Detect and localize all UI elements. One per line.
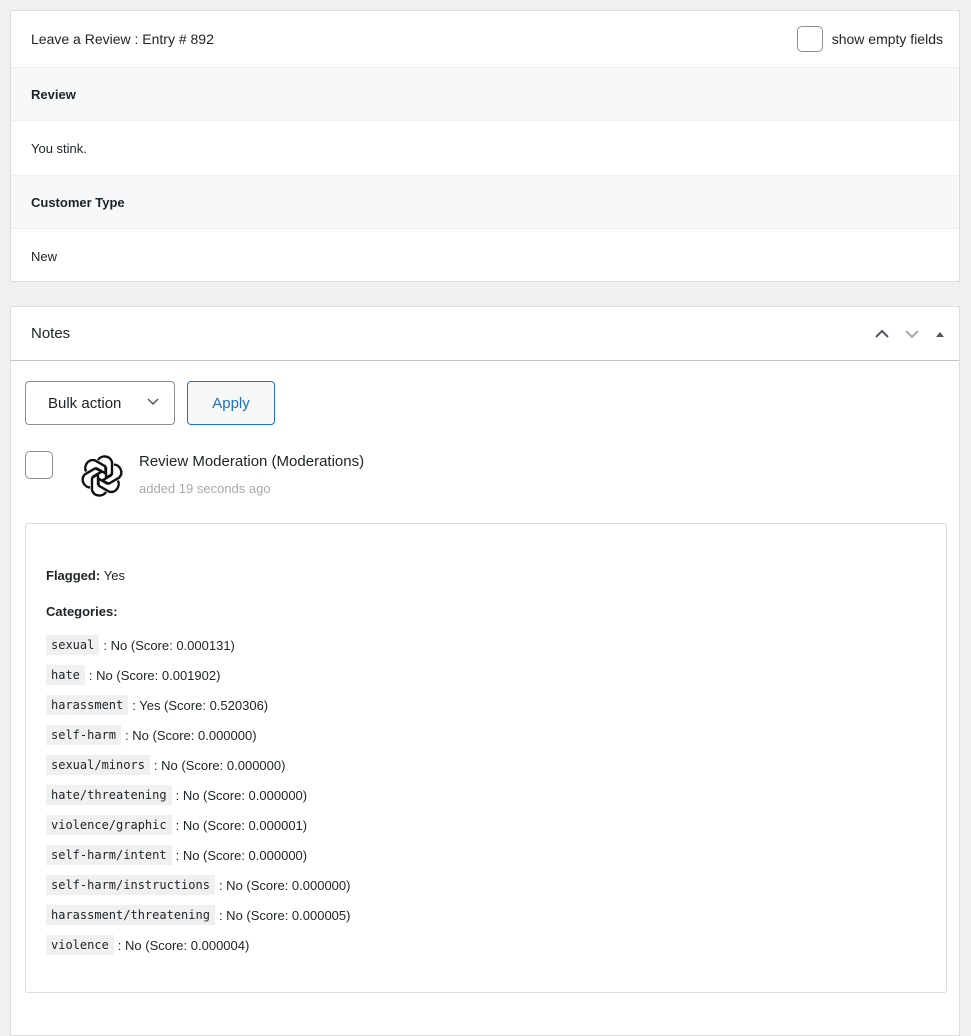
category-name: violence <box>46 935 114 955</box>
entry-header: Leave a Review : Entry # 892 show empty … <box>11 11 959 67</box>
category-name: self-harm/instructions <box>46 875 215 895</box>
category-result: : No (Score: 0.000131) <box>103 637 235 653</box>
category-result: : No (Score: 0.000000) <box>175 787 308 803</box>
category-row: harassment/threatening: No (Score: 0.000… <box>46 900 926 930</box>
note-select-checkbox[interactable] <box>25 451 53 479</box>
category-row: sexual/minors: No (Score: 0.000000) <box>46 750 926 780</box>
notes-title: Notes <box>31 325 71 342</box>
category-name: self-harm/intent <box>46 845 172 865</box>
notes-panel: Notes Bulk action Apply Review Moderatio… <box>10 306 960 1036</box>
field-value-customer-type: New <box>31 248 58 264</box>
category-name: harassment <box>46 695 129 715</box>
chevron-down-icon <box>146 394 160 412</box>
move-up-icon[interactable] <box>873 325 891 343</box>
category-result: : No (Score: 0.000004) <box>117 937 250 953</box>
categories-label: Categories: <box>46 603 118 619</box>
show-empty-fields-label: show empty fields <box>831 31 943 47</box>
field-label-review: Review <box>11 67 959 121</box>
category-row: self-harm/intent: No (Score: 0.000000) <box>46 840 926 870</box>
category-result: : Yes (Score: 0.520306) <box>132 697 269 713</box>
category-name: violence/graphic <box>46 815 172 835</box>
category-name: hate <box>46 665 85 685</box>
notes-toolbar: Bulk action Apply <box>25 381 275 425</box>
category-result: : No (Score: 0.000000) <box>218 877 351 893</box>
flagged-label: Flagged: <box>46 567 101 583</box>
bulk-action-label: Bulk action <box>48 394 122 412</box>
category-name: hate/threatening <box>46 785 172 805</box>
entry-title: Leave a Review : Entry # 892 <box>31 31 214 47</box>
flagged-line: Flagged: Yes <box>46 565 926 585</box>
category-result: : No (Score: 0.000000) <box>175 847 308 863</box>
show-empty-fields-checkbox[interactable] <box>796 26 823 52</box>
panel-controls <box>873 325 947 343</box>
category-name: sexual <box>46 635 100 655</box>
category-row: violence: No (Score: 0.000004) <box>46 930 926 960</box>
category-row: self-harm: No (Score: 0.000000) <box>46 720 926 750</box>
show-empty-fields-toggle[interactable]: show empty fields <box>796 26 943 52</box>
category-row: violence/graphic: No (Score: 0.000001) <box>46 810 926 840</box>
category-row: harassment: Yes (Score: 0.520306) <box>46 690 926 720</box>
collapse-toggle-icon[interactable] <box>933 327 947 341</box>
category-result: : No (Score: 0.000000) <box>153 757 286 773</box>
notes-header: Notes <box>11 307 959 361</box>
category-name: harassment/threatening <box>46 905 215 925</box>
category-result: : No (Score: 0.000001) <box>175 817 308 833</box>
category-row: hate: No (Score: 0.001902) <box>46 660 926 690</box>
category-result: : No (Score: 0.001902) <box>88 667 221 683</box>
note-content: Flagged: Yes Categories: sexual: No (Sco… <box>25 523 947 993</box>
category-row: self-harm/instructions: No (Score: 0.000… <box>46 870 926 900</box>
note-meta: Review Moderation (Moderations) added 19… <box>139 451 364 496</box>
note-title: Review Moderation (Moderations) <box>139 453 365 470</box>
flagged-value: Yes <box>103 567 126 583</box>
category-list: sexual: No (Score: 0.000131) hate: No (Sc… <box>46 630 926 960</box>
category-name: self-harm <box>46 725 122 745</box>
category-row: hate/threatening: No (Score: 0.000000) <box>46 780 926 810</box>
bulk-action-select[interactable]: Bulk action <box>25 381 175 425</box>
category-result: : No (Score: 0.000005) <box>218 907 351 923</box>
category-result: : No (Score: 0.000000) <box>125 727 257 743</box>
field-value-review: You stink. <box>31 140 87 156</box>
entry-panel: Leave a Review : Entry # 892 show empty … <box>10 10 960 282</box>
move-down-icon[interactable] <box>903 325 921 343</box>
category-row: sexual: No (Score: 0.000131) <box>46 630 926 660</box>
note-timestamp: added 19 seconds ago <box>139 481 271 496</box>
openai-logo-icon <box>77 451 127 501</box>
field-label-customer-type: Customer Type <box>11 175 959 229</box>
apply-button[interactable]: Apply <box>187 381 275 425</box>
note-row: Review Moderation (Moderations) added 19… <box>25 451 364 501</box>
category-name: sexual/minors <box>46 755 150 775</box>
